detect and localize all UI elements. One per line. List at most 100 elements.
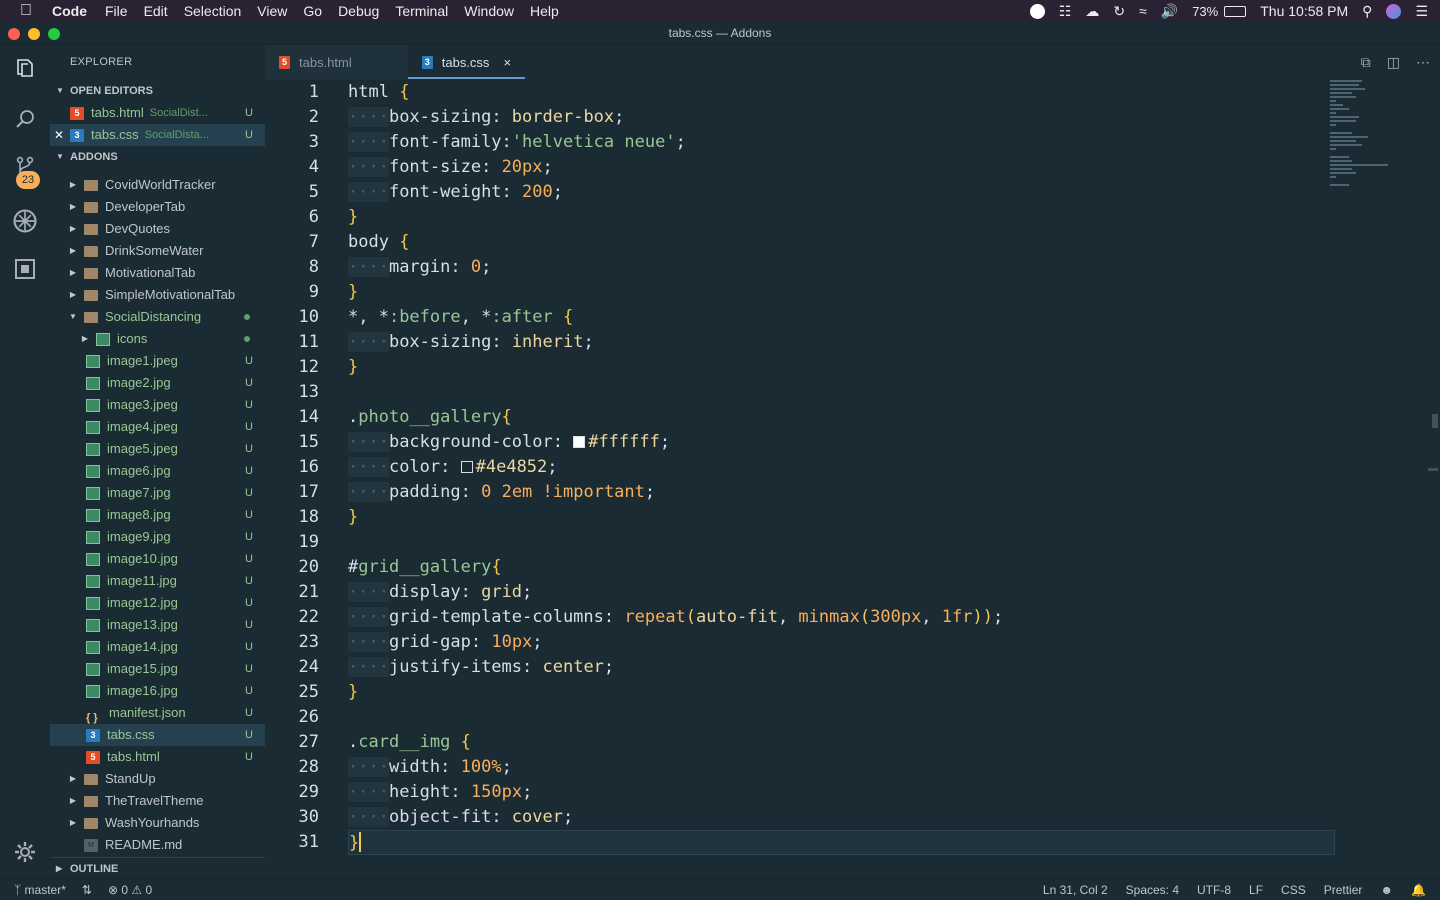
tree-item[interactable]: ▶image14.jpgU	[50, 636, 265, 658]
menu-go[interactable]: Go	[295, 0, 330, 22]
tree-item[interactable]: ▼ SocialDistancing	[50, 306, 265, 328]
language-mode[interactable]: CSS	[1281, 883, 1306, 897]
tree-item[interactable]: ▶ MotivationalTab	[50, 262, 265, 284]
tree-item[interactable]: ▶image11.jpgU	[50, 570, 265, 592]
menu-file[interactable]: File	[97, 0, 136, 22]
tree-item[interactable]: ▶{ }manifest.jsonU	[50, 702, 265, 724]
code-editor[interactable]: 1 2 3 4 5 6 7 8 9 10 11 12 13 14 15 16 17 18 19 20 21 22 23 24 2…	[265, 80, 1440, 878]
notifications-bell-icon[interactable]: 🔔	[1411, 883, 1426, 897]
debug-icon[interactable]	[11, 207, 39, 235]
tree-item[interactable]: ▶image4.jpegU	[50, 416, 265, 438]
search-icon[interactable]	[13, 107, 37, 131]
tree-item[interactable]: ▶image8.jpgU	[50, 504, 265, 526]
outline-section[interactable]: ▶ OUTLINE	[50, 857, 265, 878]
tree-item[interactable]: ▶image3.jpegU	[50, 394, 265, 416]
menu-help[interactable]: Help	[522, 0, 567, 22]
tree-item[interactable]: ▶image13.jpgU	[50, 614, 265, 636]
todo-check-icon[interactable]	[1029, 3, 1045, 19]
open-editors-section[interactable]: ▼ OPEN EDITORS	[50, 80, 265, 102]
battery-icon[interactable]	[1224, 5, 1247, 17]
clock[interactable]: Thu 10:58 PM	[1260, 3, 1348, 19]
indentation[interactable]: Spaces: 4	[1126, 883, 1179, 897]
code-token: px	[522, 157, 543, 177]
time-machine-icon[interactable]: ↻	[1113, 3, 1125, 20]
tree-item[interactable]: ▶image10.jpgU	[50, 548, 265, 570]
addons-section[interactable]: ▼ ADDONS	[50, 146, 265, 168]
tree-item[interactable]: ▶image6.jpgU	[50, 460, 265, 482]
battery-percent[interactable]: 73%	[1192, 4, 1218, 19]
css-file-icon: 3	[70, 128, 84, 142]
end-of-line[interactable]: LF	[1249, 883, 1263, 897]
extensions-icon[interactable]	[13, 257, 37, 281]
tree-item[interactable]: ▶image12.jpgU	[50, 592, 265, 614]
sync-icon[interactable]: ⇅	[82, 883, 92, 897]
code-token: (	[859, 607, 871, 627]
code-line: ····justify-items: center;	[348, 655, 1348, 680]
explorer-files-icon[interactable]	[13, 57, 37, 81]
tree-item[interactable]: ▶ TheTravelTheme	[50, 790, 265, 812]
scrollbar-marker[interactable]	[1432, 414, 1438, 428]
menu-selection[interactable]: Selection	[176, 0, 250, 22]
code-token: px	[501, 782, 523, 802]
spotlight-search-icon[interactable]: ⚲	[1362, 3, 1372, 20]
tab-tabs-css[interactable]: 3 tabs.css ×	[407, 45, 526, 80]
tree-item[interactable]: ▶ WashYourhands	[50, 812, 265, 834]
menu-view[interactable]: View	[249, 0, 295, 22]
tree-item[interactable]: ▶ icons	[50, 328, 265, 350]
close-icon[interactable]: ✕	[54, 124, 70, 146]
tree-item[interactable]: ▶ CovidWorldTracker	[50, 174, 265, 196]
minimize-window-button[interactable]	[28, 28, 40, 40]
menu-window[interactable]: Window	[456, 0, 522, 22]
tree-item[interactable]: ▶ DevQuotes	[50, 218, 265, 240]
tree-item[interactable]: ▶5tabs.htmlU	[50, 746, 265, 768]
tree-item[interactable]: ▶image7.jpgU	[50, 482, 265, 504]
close-tab-icon[interactable]: ×	[503, 55, 511, 70]
chevron-right-icon: ▶	[69, 774, 77, 783]
feedback-smiley-icon[interactable]: ☻	[1380, 883, 1393, 897]
docker-icon[interactable]: ☷	[1059, 3, 1072, 20]
tree-item[interactable]: ▶image15.jpgU	[50, 658, 265, 680]
settings-gear-icon[interactable]	[13, 840, 37, 864]
scrollbar-marker[interactable]	[1428, 468, 1438, 471]
tree-item[interactable]: ▶image16.jpgU	[50, 680, 265, 702]
tree-item[interactable]: ▶image5.jpegU	[50, 438, 265, 460]
wifi-icon[interactable]: ≈	[1139, 3, 1147, 19]
tree-item[interactable]: ▶image2.jpgU	[50, 372, 265, 394]
tree-item[interactable]: ▶ StandUp	[50, 768, 265, 790]
color-swatch[interactable]	[460, 461, 473, 473]
tree-item[interactable]: ▶image9.jpgU	[50, 526, 265, 548]
more-actions-icon[interactable]: ⋯	[1416, 54, 1430, 71]
zoom-window-button[interactable]	[48, 28, 60, 40]
tab-tabs-html[interactable]: 5 tabs.html	[265, 45, 408, 80]
open-changes-icon[interactable]: ⧉	[1361, 54, 1371, 71]
split-editor-icon[interactable]: ◫	[1387, 54, 1400, 71]
app-menu[interactable]: Code	[44, 0, 97, 22]
color-swatch[interactable]	[573, 436, 586, 448]
image-file-icon	[86, 662, 100, 676]
problems-indicator[interactable]: ⊗ 0 ⚠ 0	[108, 883, 152, 897]
open-editor-item[interactable]: ✕ 3 tabs.css SocialDista... U	[50, 124, 265, 146]
volume-icon[interactable]: 🔊	[1161, 3, 1178, 20]
minimap[interactable]	[1330, 80, 1410, 186]
tree-item[interactable]: ▶MREADME.md	[50, 834, 265, 856]
siri-icon[interactable]	[1386, 3, 1402, 19]
modified-dot	[244, 314, 250, 320]
tree-item[interactable]: ▶ SimpleMotivationalTab	[50, 284, 265, 306]
open-editor-item[interactable]: 5 tabs.html SocialDist... U	[50, 102, 265, 124]
tree-item[interactable]: ▶ DrinkSomeWater	[50, 240, 265, 262]
menu-terminal[interactable]: Terminal	[387, 0, 456, 22]
formatter[interactable]: Prettier	[1324, 883, 1363, 897]
apple-menu-icon[interactable]: 	[0, 0, 44, 22]
creative-cloud-icon[interactable]: ☁	[1085, 3, 1099, 20]
notification-center-icon[interactable]: ☰	[1415, 3, 1428, 20]
tree-item[interactable]: ▶3tabs.cssU	[50, 724, 265, 746]
close-window-button[interactable]	[8, 28, 20, 40]
tree-item[interactable]: ▶ DeveloperTab	[50, 196, 265, 218]
code-area[interactable]: html {····box-sizing: border-box; ····fon…	[348, 80, 1348, 855]
tree-item[interactable]: ▶image1.jpegU	[50, 350, 265, 372]
git-branch[interactable]: ᛉ master*	[14, 883, 66, 897]
menu-edit[interactable]: Edit	[136, 0, 176, 22]
cursor-position[interactable]: Ln 31, Col 2	[1043, 883, 1108, 897]
menu-debug[interactable]: Debug	[330, 0, 387, 22]
encoding[interactable]: UTF-8	[1197, 883, 1231, 897]
